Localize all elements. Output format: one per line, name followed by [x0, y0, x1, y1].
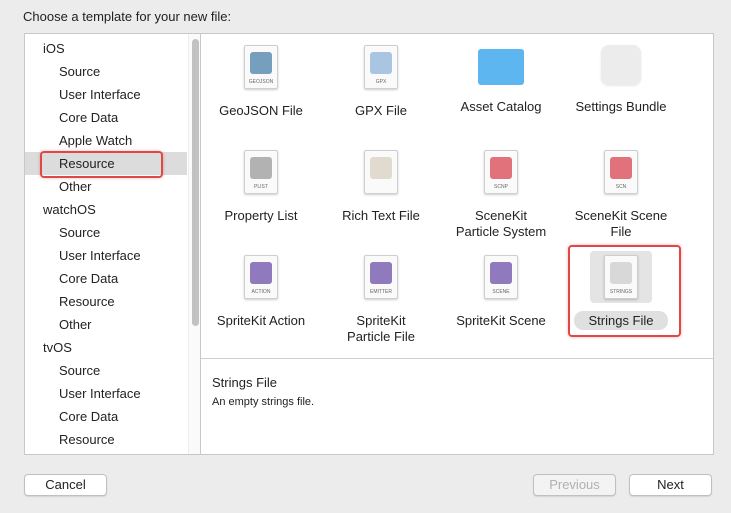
icon-tag: ACTION [251, 289, 271, 295]
sidebar-item[interactable]: Core Data [25, 106, 187, 129]
icon-tag: PLIST [254, 184, 268, 190]
template-item[interactable]: Asset Catalog [441, 45, 561, 115]
folder-icon [478, 49, 524, 85]
template-label: GPX File [354, 103, 407, 118]
sidebar-group: iOS [43, 41, 65, 56]
template-label: Asset Catalog [460, 99, 542, 114]
template-label: GeoJSON File [219, 103, 303, 118]
template-item[interactable]: PLIST Property List [201, 150, 321, 224]
template-item[interactable]: EMITTER SpriteKit Particle File [321, 255, 441, 345]
sidebar-item[interactable]: Resource [25, 428, 187, 451]
sidebar-item[interactable]: Resource [25, 290, 187, 313]
template-item[interactable]: Rich Text File [321, 150, 441, 224]
rtf-file-icon [364, 150, 398, 194]
sidebar-item[interactable]: User Interface [25, 83, 187, 106]
dialog-title: Choose a template for your new file: [23, 9, 232, 24]
template-item[interactable]: SCENE SpriteKit Scene [441, 255, 561, 329]
template-item[interactable]: SCN SceneKit Scene File [561, 150, 681, 240]
spritekit-action-icon: ACTION [244, 255, 278, 299]
sidebar-group: tvOS [43, 340, 72, 355]
icon-tag: GPX [375, 79, 387, 85]
template-label: SceneKit Particle System [455, 208, 547, 239]
template-panel: GEOJSON GeoJSON File GPX GPX File Asset Cata… [200, 33, 714, 455]
template-category-sidebar: iOS Source User Interface Core Data Apple Wa… [24, 33, 200, 455]
template-description: Strings File An empty strings file. [212, 375, 314, 408]
icon-tag: SCN [615, 184, 627, 190]
spritekit-emitter-icon: EMITTER [364, 255, 398, 299]
plist-file-icon: PLIST [244, 150, 278, 194]
icon-tag: GEOJSON [248, 79, 274, 85]
sidebar-item[interactable]: Other [25, 313, 187, 336]
sidebar-item[interactable]: User Interface [25, 382, 187, 405]
sidebar-item[interactable]: Source [25, 221, 187, 244]
previous-button[interactable]: Previous [533, 474, 616, 496]
template-label: SpriteKit Action [216, 313, 306, 328]
template-item[interactable]: Settings Bundle [561, 45, 681, 115]
sidebar-item[interactable]: Other [25, 175, 187, 198]
description-text: An empty strings file. [212, 396, 315, 408]
sidebar-item[interactable]: Core Data [25, 405, 187, 428]
sidebar-item[interactable]: Core Data [25, 267, 187, 290]
template-item[interactable]: GPX GPX File [321, 45, 441, 119]
template-label: SpriteKit Scene [456, 313, 546, 328]
template-item[interactable]: SCNP SceneKit Particle System [441, 150, 561, 240]
highlight-box [40, 151, 163, 178]
template-label: SceneKit Scene File [574, 208, 668, 239]
spritekit-scene-icon: SCENE [484, 255, 518, 299]
template-label: Rich Text File [342, 208, 420, 223]
icon-tag: SCENE [492, 289, 510, 295]
template-label: Settings Bundle [575, 99, 667, 114]
icon-tag: SCNP [494, 184, 508, 190]
sidebar-item[interactable]: Apple Watch [25, 129, 187, 152]
geojson-file-icon: GEOJSON [244, 45, 278, 89]
sidebar-group: watchOS [43, 202, 96, 217]
next-button[interactable]: Next [629, 474, 712, 496]
description-title: Strings File [212, 375, 278, 390]
sidebar-item[interactable]: Source [25, 60, 187, 83]
sidebar-scrollbar[interactable] [188, 34, 200, 454]
template-label: Property List [224, 208, 298, 223]
sidebar-item[interactable]: Source [25, 359, 187, 382]
template-item[interactable]: ACTION SpriteKit Action [201, 255, 321, 329]
cancel-button[interactable]: Cancel [24, 474, 107, 496]
template-label: SpriteKit Particle File [347, 313, 415, 344]
scenekit-scene-icon: SCN [604, 150, 638, 194]
sidebar-item[interactable]: User Interface [25, 244, 187, 267]
settings-bundle-icon [601, 45, 641, 85]
scenekit-particle-icon: SCNP [484, 150, 518, 194]
scrollbar-thumb[interactable] [192, 39, 199, 326]
template-item[interactable]: GEOJSON GeoJSON File [201, 45, 321, 119]
gpx-file-icon: GPX [364, 45, 398, 89]
highlight-box [568, 245, 681, 337]
icon-tag: EMITTER [370, 289, 392, 295]
